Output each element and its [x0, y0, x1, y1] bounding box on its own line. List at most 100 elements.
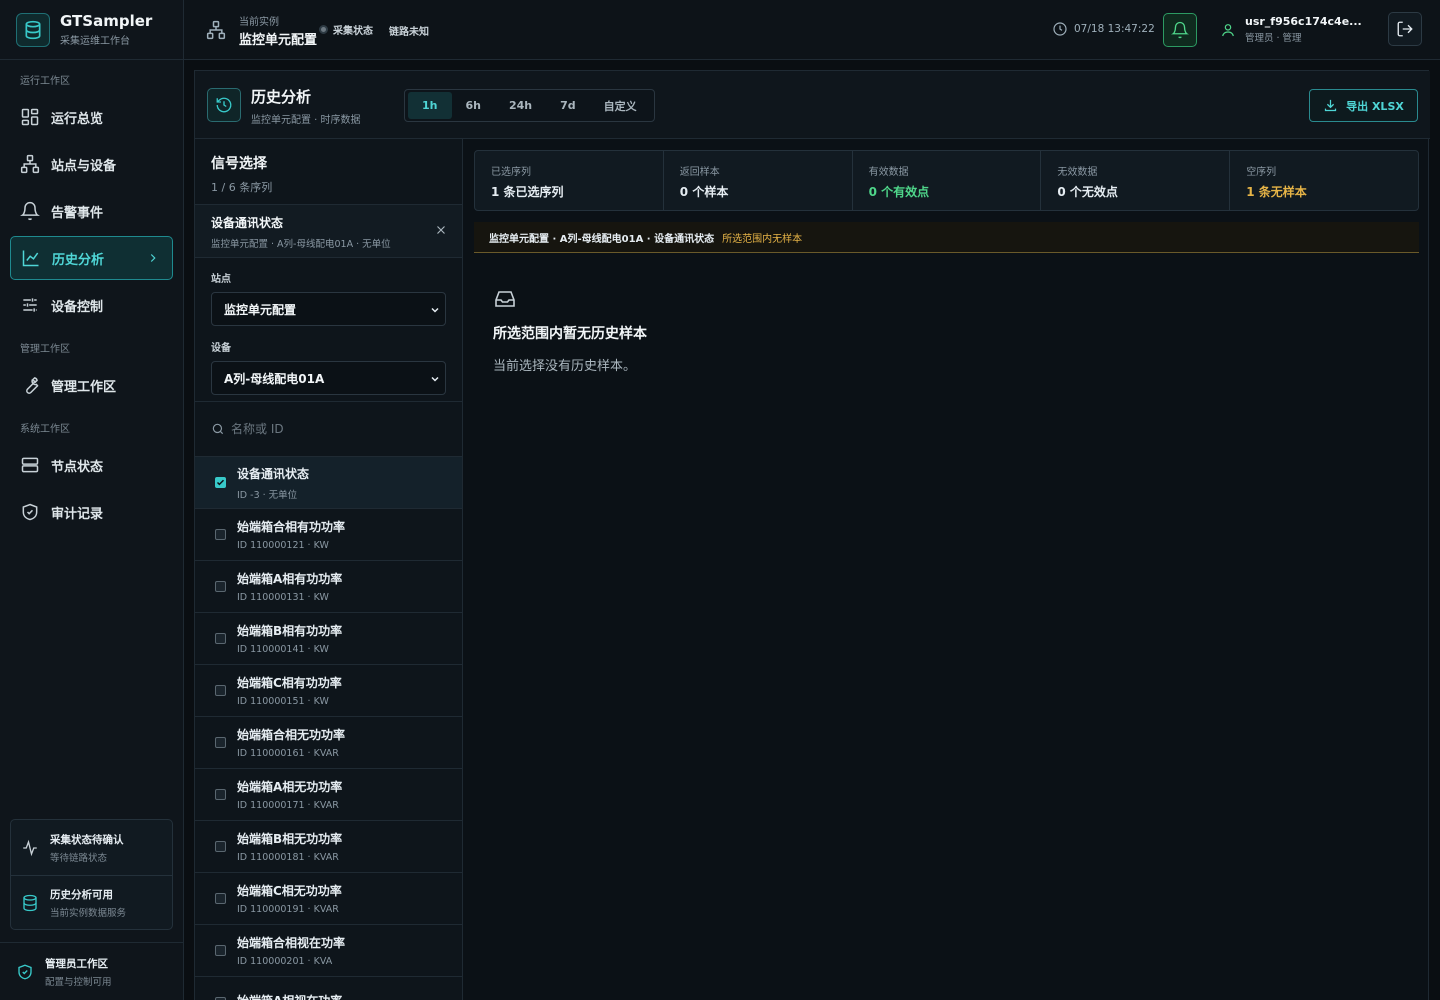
signal-panel-title: 信号选择: [211, 156, 267, 172]
card-title: 历史分析可用: [50, 889, 113, 901]
sidebar-item-label: 审计记录: [51, 506, 104, 522]
activity-pulse-icon: [21, 839, 39, 857]
checkbox-checked[interactable]: [215, 477, 226, 488]
sidebar-item-audit[interactable]: 审计记录: [10, 490, 173, 534]
signal-meta: ID 110000161 · KVAR: [237, 748, 339, 759]
selected-signal-name: 设备通讯状态: [211, 216, 284, 230]
stat-value: 1 条已选序列: [491, 185, 564, 199]
collect-status-label: 采集状态: [333, 25, 373, 37]
topbar: 当前实例 监控单元配置 采集状态 链路未知 07/18 13:47:22 usr…: [184, 0, 1440, 60]
device-label: 设备: [211, 343, 231, 354]
server-icon: [20, 455, 40, 475]
logout-icon: [1396, 20, 1414, 38]
selected-signal-chip: 设备通讯状态 监控单元配置 · A列-母线配电01A · 无单位: [195, 205, 462, 258]
range-tab-1h[interactable]: 1h: [408, 92, 452, 119]
signal-name: 始端箱合相视在功率: [237, 936, 346, 950]
signal-row[interactable]: 始端箱合相有功功率 ID 110000121 · KW: [195, 509, 462, 561]
dashboard-grid-icon: [20, 107, 40, 127]
sidebar-item-alarms[interactable]: 告警事件: [10, 189, 173, 233]
signal-name: 始端箱A相视在功率: [237, 992, 342, 1000]
wrench-icon: [20, 375, 40, 395]
notifications-button[interactable]: [1163, 13, 1197, 47]
database-icon: [16, 12, 50, 47]
time-range-tabs: 1h 6h 24h 7d 自定义: [404, 89, 655, 122]
logout-button[interactable]: [1388, 12, 1422, 46]
checkbox[interactable]: [215, 685, 226, 696]
nav-section-ops: 运行工作区: [20, 76, 70, 87]
sidebar-item-history[interactable]: 历史分析: [10, 236, 173, 280]
brand-name: GTSampler: [60, 12, 153, 30]
site-select[interactable]: 监控单元配置: [211, 292, 446, 326]
sidebar-item-admin[interactable]: 管理工作区: [10, 363, 173, 407]
user-role: 管理员 · 管理: [1245, 33, 1302, 44]
checkbox[interactable]: [215, 529, 226, 540]
checkbox[interactable]: [215, 893, 226, 904]
stat-value: 0 个无效点: [1057, 185, 1118, 199]
clock-icon: [1052, 21, 1068, 37]
empty-state-message: 当前选择没有历史样本。: [493, 359, 637, 374]
checkbox[interactable]: [215, 633, 226, 644]
footer-subtitle: 配置与控制可用: [45, 976, 112, 988]
stat-valid-data: 有效数据 0 个有效点: [853, 151, 1042, 210]
shield-check-icon: [16, 963, 34, 981]
signal-row[interactable]: 始端箱B相有功功率 ID 110000141 · KW: [195, 613, 462, 665]
site-label: 站点: [211, 274, 231, 285]
checkbox[interactable]: [215, 737, 226, 748]
sitemap-icon: [206, 20, 226, 40]
stat-value: 1 条无样本: [1246, 185, 1307, 199]
instance-name[interactable]: 监控单元配置: [239, 29, 317, 48]
signal-row[interactable]: 始端箱合相无功功率 ID 110000161 · KVAR: [195, 717, 462, 769]
signal-meta: ID 110000201 · KVA: [237, 956, 333, 967]
signal-name: 始端箱B相有功功率: [237, 624, 343, 638]
checkbox[interactable]: [215, 841, 226, 852]
clock: 07/18 13:47:22: [1052, 21, 1155, 37]
history-panel: 历史分析 监控单元配置 · 时序数据 1h 6h 24h 7d 自定义 导出 X…: [194, 70, 1430, 1000]
bell-icon: [20, 201, 40, 221]
stat-label: 空序列: [1246, 167, 1277, 178]
signal-row[interactable]: 始端箱A相无功功率 ID 110000171 · KVAR: [195, 769, 462, 821]
sidebar-item-device-control[interactable]: 设备控制: [10, 283, 173, 327]
sidebar-item-overview[interactable]: 运行总览: [10, 95, 173, 139]
export-label: 导出 XLSX: [1346, 99, 1404, 113]
device-select[interactable]: A列-母线配电01A: [211, 361, 446, 395]
range-tab-24h[interactable]: 24h: [495, 92, 546, 119]
signal-name: 设备通讯状态: [237, 466, 310, 481]
signal-meta: ID -3 · 无单位: [237, 489, 298, 501]
signal-search: [195, 402, 462, 457]
signal-row[interactable]: 始端箱合相视在功率 ID 110000201 · KVA: [195, 925, 462, 977]
signal-row[interactable]: 设备通讯状态 ID -3 · 无单位: [195, 457, 462, 509]
signal-row[interactable]: 始端箱C相有功功率 ID 110000151 · KW: [195, 665, 462, 717]
user-icon: [1220, 22, 1236, 38]
footer-title: 管理员工作区: [45, 957, 108, 970]
range-tab-custom[interactable]: 自定义: [590, 92, 651, 119]
line-chart-icon: [21, 248, 41, 268]
signal-row[interactable]: 始端箱A相视在功率: [195, 977, 462, 1000]
user-menu[interactable]: usr_f956c174c4e... 管理员 · 管理: [1220, 15, 1362, 44]
inbox-icon: [493, 287, 647, 311]
history-icon: [207, 88, 241, 122]
range-tab-7d[interactable]: 7d: [546, 92, 590, 119]
checkbox[interactable]: [215, 945, 226, 956]
stat-label: 无效数据: [1057, 167, 1098, 178]
sidebar-item-sites-devices[interactable]: 站点与设备: [10, 142, 173, 186]
signal-row[interactable]: 始端箱C相无功功率 ID 110000191 · KVAR: [195, 873, 462, 925]
sidebar-item-label: 告警事件: [51, 205, 104, 221]
signal-name: 始端箱C相有功功率: [237, 676, 342, 690]
signal-row[interactable]: 始端箱B相无功功率 ID 110000181 · KVAR: [195, 821, 462, 873]
link-status: 链路未知: [389, 27, 429, 38]
signal-row[interactable]: 始端箱A相有功功率 ID 110000131 · KW: [195, 561, 462, 613]
export-xlsx-button[interactable]: 导出 XLSX: [1309, 89, 1418, 122]
summary-stats: 已选序列 1 条已选序列 返回样本 0 个样本 有效数据 0 个有效点 无效数据…: [474, 150, 1419, 211]
empty-state-title: 所选范围内暂无历史样本: [493, 326, 647, 342]
sidebar-item-node-status[interactable]: 节点状态: [10, 443, 173, 487]
remove-selected-signal-close-icon[interactable]: [434, 223, 448, 237]
card-title: 采集状态待确认: [50, 833, 124, 846]
checkbox[interactable]: [215, 581, 226, 592]
signal-search-input[interactable]: [231, 422, 431, 436]
stat-invalid-data: 无效数据 0 个无效点: [1041, 151, 1231, 210]
history-status-card: 历史分析可用 当前实例数据服务: [11, 875, 172, 930]
range-tab-6h[interactable]: 6h: [452, 92, 496, 119]
stat-value: 0 个有效点: [868, 185, 930, 199]
checkbox[interactable]: [215, 789, 226, 800]
signal-name: 始端箱合相无功功率: [237, 728, 346, 742]
